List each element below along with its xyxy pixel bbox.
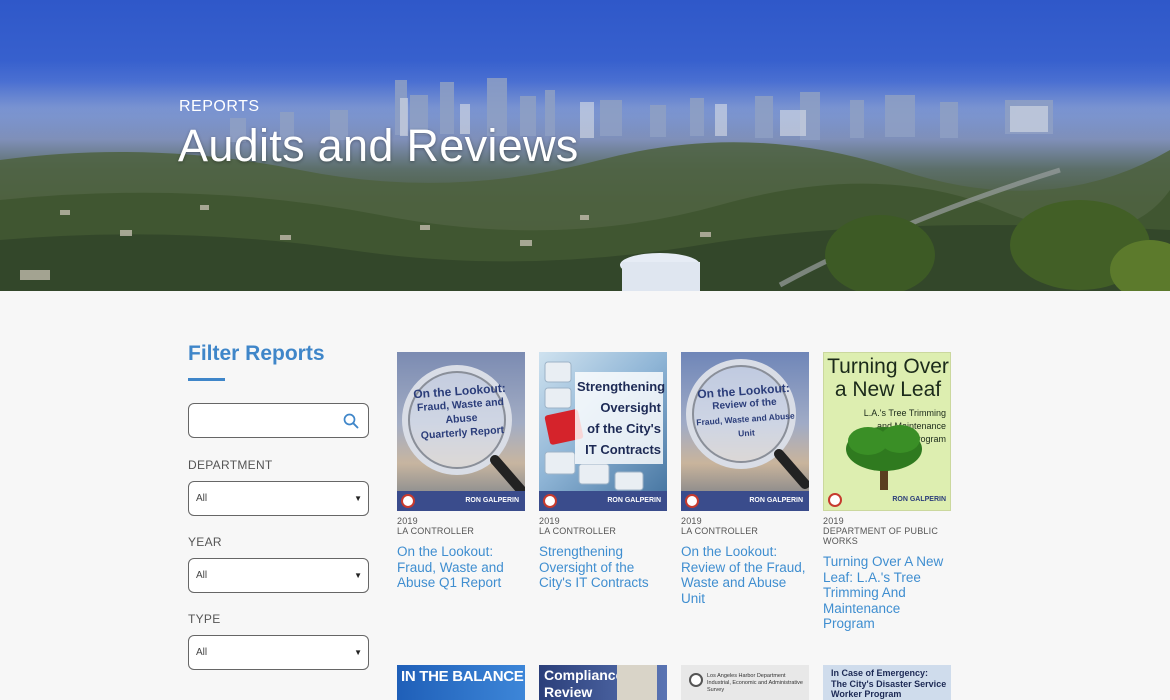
report-cover[interactable]: Los Angeles Harbor Department Industrial… [681,665,809,700]
cover-line: Oversight [600,400,661,415]
type-label: TYPE [188,612,221,626]
department-select[interactable]: All ▼ [188,481,369,516]
hero-eyebrow: REPORTS [179,98,260,115]
cover-line: Compliance [544,667,624,683]
city-seal-icon [543,494,557,508]
report-title-link[interactable]: On the Lookout: Fraud, Waste and Abuse Q… [397,544,525,591]
year-select[interactable]: All ▼ [188,558,369,593]
search-icon[interactable] [343,413,359,429]
city-seal-icon [689,673,703,687]
cover-line: Los Angeles Harbor Department [707,673,786,679]
city-seal-icon [401,494,415,508]
cover-line: Industrial, Economic and Administrative … [707,680,803,693]
report-cover[interactable]: Turning Over a New Leaf L.A.'s Tree Trim… [823,352,951,511]
report-department: LA CONTROLLER [397,526,475,536]
city-seal-icon [828,493,842,507]
hero-banner: REPORTS Audits and Reviews [0,0,1170,291]
report-card[interactable]: On the Lookout: Review of the Fraud, Was… [681,352,809,606]
cover-line: IT Contracts [585,442,661,457]
filter-title-underline [188,378,225,381]
cover-line: The City's Disaster Service [831,678,947,689]
report-cover[interactable]: IN THE BALANCE [397,665,525,700]
report-title-link[interactable]: Turning Over A New Leaf: L.A.'s Tree Tri… [823,554,951,632]
report-cover[interactable]: Compliance Review [539,665,667,700]
report-year: 2019 [397,516,418,526]
report-cover[interactable]: Strengthening Oversight of the City's IT… [539,352,667,511]
cover-line: Strengthening [577,379,666,394]
cover-line: In Case of Emergency: [831,668,929,678]
chevron-down-icon: ▼ [354,494,362,503]
page-title: Audits and Reviews [178,120,579,171]
report-title-link[interactable]: Strengthening Oversight of the City's IT… [539,544,667,591]
cover-line: Review [544,684,593,700]
cover-footer: RON GALPERIN [539,491,667,511]
city-seal-icon [685,494,699,508]
year-select-value: All [196,570,208,581]
report-department: LA CONTROLLER [539,526,617,536]
report-cover[interactable]: On the Lookout: Fraud, Waste and Abuse Q… [397,352,525,511]
tree-icon [846,425,922,498]
type-select-value: All [196,647,208,658]
report-year: 2019 [823,516,844,526]
cover-line: Worker Program [831,689,902,699]
search-input[interactable] [189,404,339,437]
filter-title: Filter Reports [188,342,325,365]
report-year: 2019 [539,516,560,526]
cover-brand: RON GALPERIN [749,497,803,504]
report-card[interactable]: On the Lookout: Fraud, Waste and Abuse Q… [397,352,525,591]
report-card[interactable]: Strengthening Oversight of the City's IT… [539,352,667,591]
department-label: DEPARTMENT [188,458,273,472]
building-image [617,665,657,700]
report-year: 2019 [681,516,702,526]
cover-brand: RON GALPERIN [465,497,519,504]
report-card[interactable]: Turning Over a New Leaf L.A.'s Tree Trim… [823,352,951,632]
cover-footer: RON GALPERIN [681,491,809,511]
type-select[interactable]: All ▼ [188,635,369,670]
cover-footer: RON GALPERIN [397,491,525,511]
report-title-link[interactable]: On the Lookout: Review of the Fraud, Was… [681,544,809,606]
report-department: LA CONTROLLER [681,526,759,536]
hero-city-skyline [0,78,1170,291]
report-cover[interactable]: In Case of Emergency: The City's Disaste… [823,665,951,700]
chevron-down-icon: ▼ [354,648,362,657]
cover-footer: RON GALPERIN [824,490,950,510]
cover-line: of the City's [587,421,661,436]
cover-line: IN THE BALANCE [401,668,524,685]
report-department: DEPARTMENT OF PUBLIC WORKS [823,526,939,546]
department-select-value: All [196,493,208,504]
cover-brand: RON GALPERIN [892,496,946,503]
report-cover[interactable]: On the Lookout: Review of the Fraud, Was… [681,352,809,511]
chevron-down-icon: ▼ [354,571,362,580]
search-box [188,403,369,438]
cover-brand: RON GALPERIN [607,497,661,504]
year-label: YEAR [188,535,222,549]
